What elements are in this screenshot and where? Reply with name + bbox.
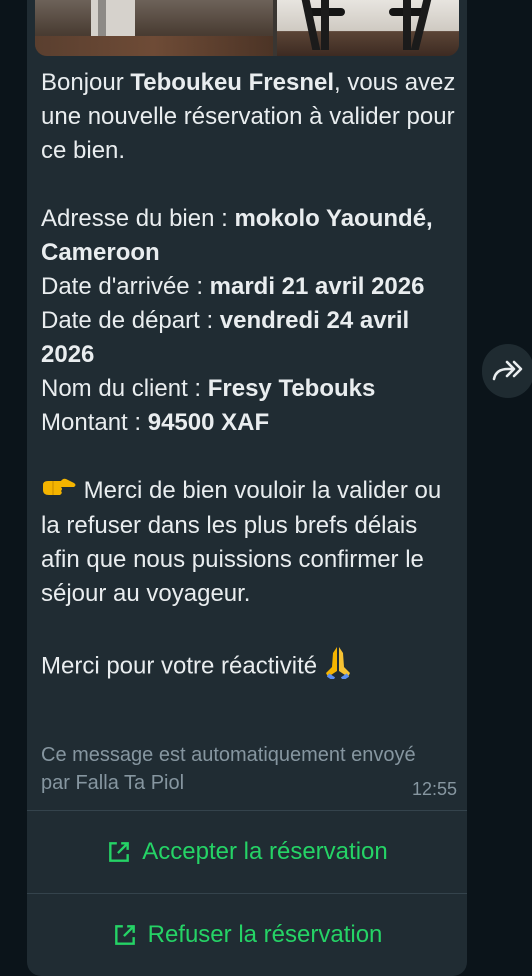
forward-arrow-icon [492, 360, 523, 381]
amount-label: Montant : [41, 409, 148, 436]
backhand-pointing-right-emoji [41, 475, 77, 509]
arrival-value: mardi 21 avril 2026 [209, 273, 425, 300]
property-photo-left [35, 0, 273, 56]
thanks-text: Merci pour votre réactivité [41, 652, 324, 679]
message-time: 12:55 [411, 779, 457, 799]
property-photo-right [277, 0, 459, 56]
refuse-reservation-label: Refuser la réservation [147, 921, 383, 948]
refuse-reservation-button[interactable]: Refuser la réservation [27, 894, 467, 976]
message-bubble: Bonjour Teboukeu Fresnel, vous avez une … [27, 0, 467, 976]
message-text: Bonjour Teboukeu Fresnel, vous avez une … [41, 66, 461, 689]
amount-value: 94500 XAF [147, 409, 270, 436]
forward-button[interactable] [482, 344, 532, 398]
departure-label: Date de départ : [41, 307, 220, 334]
property-photo[interactable] [35, 0, 459, 56]
auto-message-note: Ce message est automatiquement envoyé pa… [41, 744, 416, 794]
arrival-label: Date d'arrivée : [41, 273, 210, 300]
request-text: Merci de bien vouloir la valider ou la r… [41, 477, 448, 607]
address-label: Adresse du bien : [41, 205, 235, 232]
client-value: Fresy Tebouks [207, 375, 376, 402]
greeting-prefix: Bonjour [41, 69, 131, 96]
folded-hands-emoji [324, 645, 352, 689]
host-name: Teboukeu Fresnel [130, 69, 334, 96]
client-label: Nom du client : [41, 375, 208, 402]
external-link-icon [114, 925, 135, 945]
accept-reservation-button[interactable]: Accepter la réservation [27, 811, 467, 893]
accept-reservation-label: Accepter la réservation [142, 838, 388, 865]
external-link-icon [109, 842, 130, 862]
